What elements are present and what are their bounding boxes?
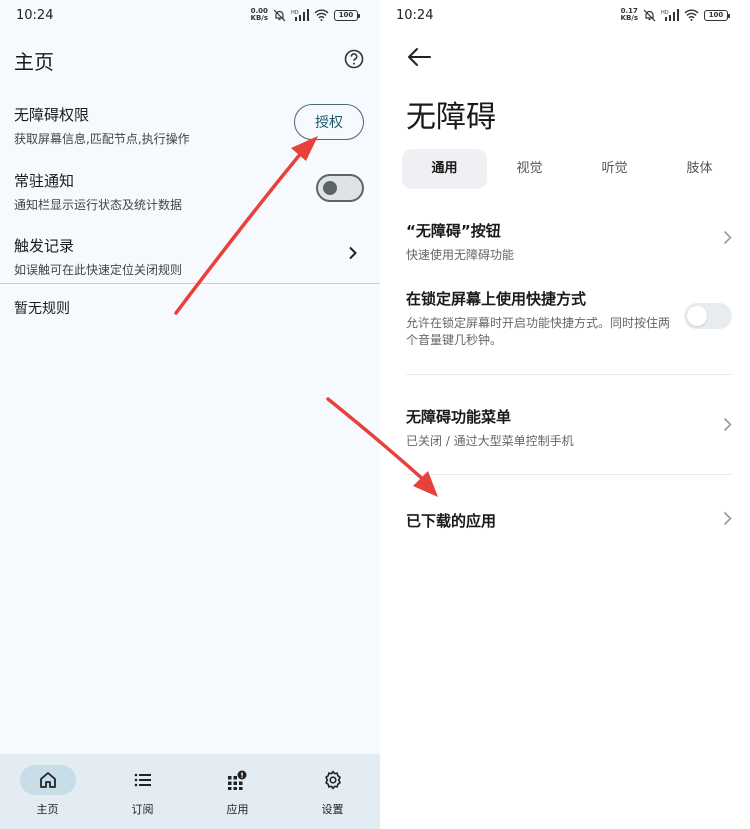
- downloaded-apps-title: 已下载的应用: [406, 512, 497, 530]
- nav-item-settings[interactable]: 设置: [285, 754, 380, 829]
- tab-general[interactable]: 通用: [402, 149, 487, 189]
- left-screen-home: 10:24 0.00 KB/s HD 100 主页 无障碍权限 获取屏幕信息,匹…: [0, 0, 380, 829]
- chevron-right-icon: [723, 511, 732, 526]
- mute-bell-icon: [643, 9, 656, 21]
- divider: [406, 374, 732, 375]
- gear-icon: [324, 770, 341, 790]
- accessibility-button-row[interactable]: “无障碍”按钮 快速使用无障碍功能: [406, 220, 730, 264]
- tab-vision[interactable]: 视觉: [487, 149, 572, 189]
- accessibility-menu-row[interactable]: 无障碍功能菜单 已关闭 / 通过大型菜单控制手机: [406, 406, 730, 450]
- status-bar: 10:24 0.17 KB/s HD 100: [380, 0, 750, 32]
- empty-rules-text: 暂无规则: [14, 301, 70, 317]
- nav-item-home[interactable]: 主页: [0, 754, 95, 829]
- mute-bell-icon: [273, 9, 286, 21]
- accessibility-menu-subtitle: 已关闭 / 通过大型菜单控制手机: [406, 434, 574, 448]
- trigger-log-subtitle: 如误触可在此快速定位关闭规则: [14, 263, 183, 277]
- persistent-notification-subtitle: 通知栏显示运行状态及统计数据: [14, 198, 183, 212]
- lock-screen-shortcut-subtitle: 允许在锁定屏幕时开启功能快捷方式。同时按住两个音量键几秒钟。: [406, 316, 671, 347]
- downloaded-apps-row[interactable]: 已下载的应用: [406, 510, 730, 531]
- lock-screen-shortcut-toggle[interactable]: [684, 303, 732, 329]
- help-icon[interactable]: [344, 49, 364, 69]
- nav-item-subscriptions[interactable]: 订阅: [95, 754, 190, 829]
- divider: [406, 474, 732, 475]
- wifi-icon: [684, 9, 699, 21]
- svg-text:HD: HD: [291, 10, 299, 16]
- svg-text:HD: HD: [661, 10, 669, 16]
- category-tabs: 通用 视觉 听觉 肢体: [402, 149, 742, 189]
- page-title: 主页: [14, 50, 54, 74]
- divider: [0, 283, 380, 284]
- persistent-notification-title: 常驻通知: [14, 172, 75, 190]
- tab-physical[interactable]: 肢体: [657, 149, 742, 189]
- accessibility-button-title: “无障碍”按钮: [406, 222, 501, 240]
- accessibility-menu-title: 无障碍功能菜单: [406, 408, 512, 426]
- page-title: 无障碍: [406, 100, 496, 135]
- bottom-navigation: 主页 订阅 应用 设置: [0, 754, 380, 829]
- lock-screen-shortcut-title: 在锁定屏幕上使用快捷方式: [406, 290, 587, 308]
- grant-button[interactable]: 授权: [294, 104, 364, 140]
- home-icon: [39, 772, 56, 788]
- right-screen-accessibility-settings: 10:24 0.17 KB/s HD 100 无障碍 通用 视觉 听觉 肢体 “…: [380, 0, 750, 829]
- status-time: 10:24: [16, 8, 54, 23]
- battery-icon: 100: [334, 9, 360, 21]
- persistent-notification-row: 常驻通知 通知栏显示运行状态及统计数据: [14, 170, 366, 213]
- tab-hearing[interactable]: 听觉: [572, 149, 657, 189]
- persistent-notification-switch[interactable]: [316, 174, 364, 202]
- battery-icon: 100: [704, 9, 730, 21]
- nav-item-apps[interactable]: 应用: [190, 754, 285, 829]
- signal-icon: HD: [661, 9, 679, 21]
- network-speed: 0.00 KB/s: [250, 7, 268, 22]
- chevron-right-icon: [723, 230, 732, 245]
- trigger-log-title: 触发记录: [14, 237, 75, 255]
- list-icon: [134, 773, 151, 787]
- status-bar: 10:24 0.00 KB/s HD 100: [0, 0, 380, 32]
- back-arrow-icon[interactable]: [406, 46, 432, 68]
- lock-screen-shortcut-row: 在锁定屏幕上使用快捷方式 允许在锁定屏幕时开启功能快捷方式。同时按住两个音量键几…: [406, 288, 670, 349]
- chevron-right-icon: [349, 246, 357, 260]
- status-time: 10:24: [396, 8, 434, 23]
- network-speed: 0.17 KB/s: [620, 7, 638, 22]
- accessibility-button-subtitle: 快速使用无障碍功能: [406, 248, 515, 262]
- wifi-icon: [314, 9, 329, 21]
- signal-icon: HD: [291, 9, 309, 21]
- chevron-right-icon: [723, 417, 732, 432]
- apps-icon: [227, 770, 246, 790]
- trigger-log-row[interactable]: 触发记录 如误触可在此快速定位关闭规则: [14, 235, 366, 278]
